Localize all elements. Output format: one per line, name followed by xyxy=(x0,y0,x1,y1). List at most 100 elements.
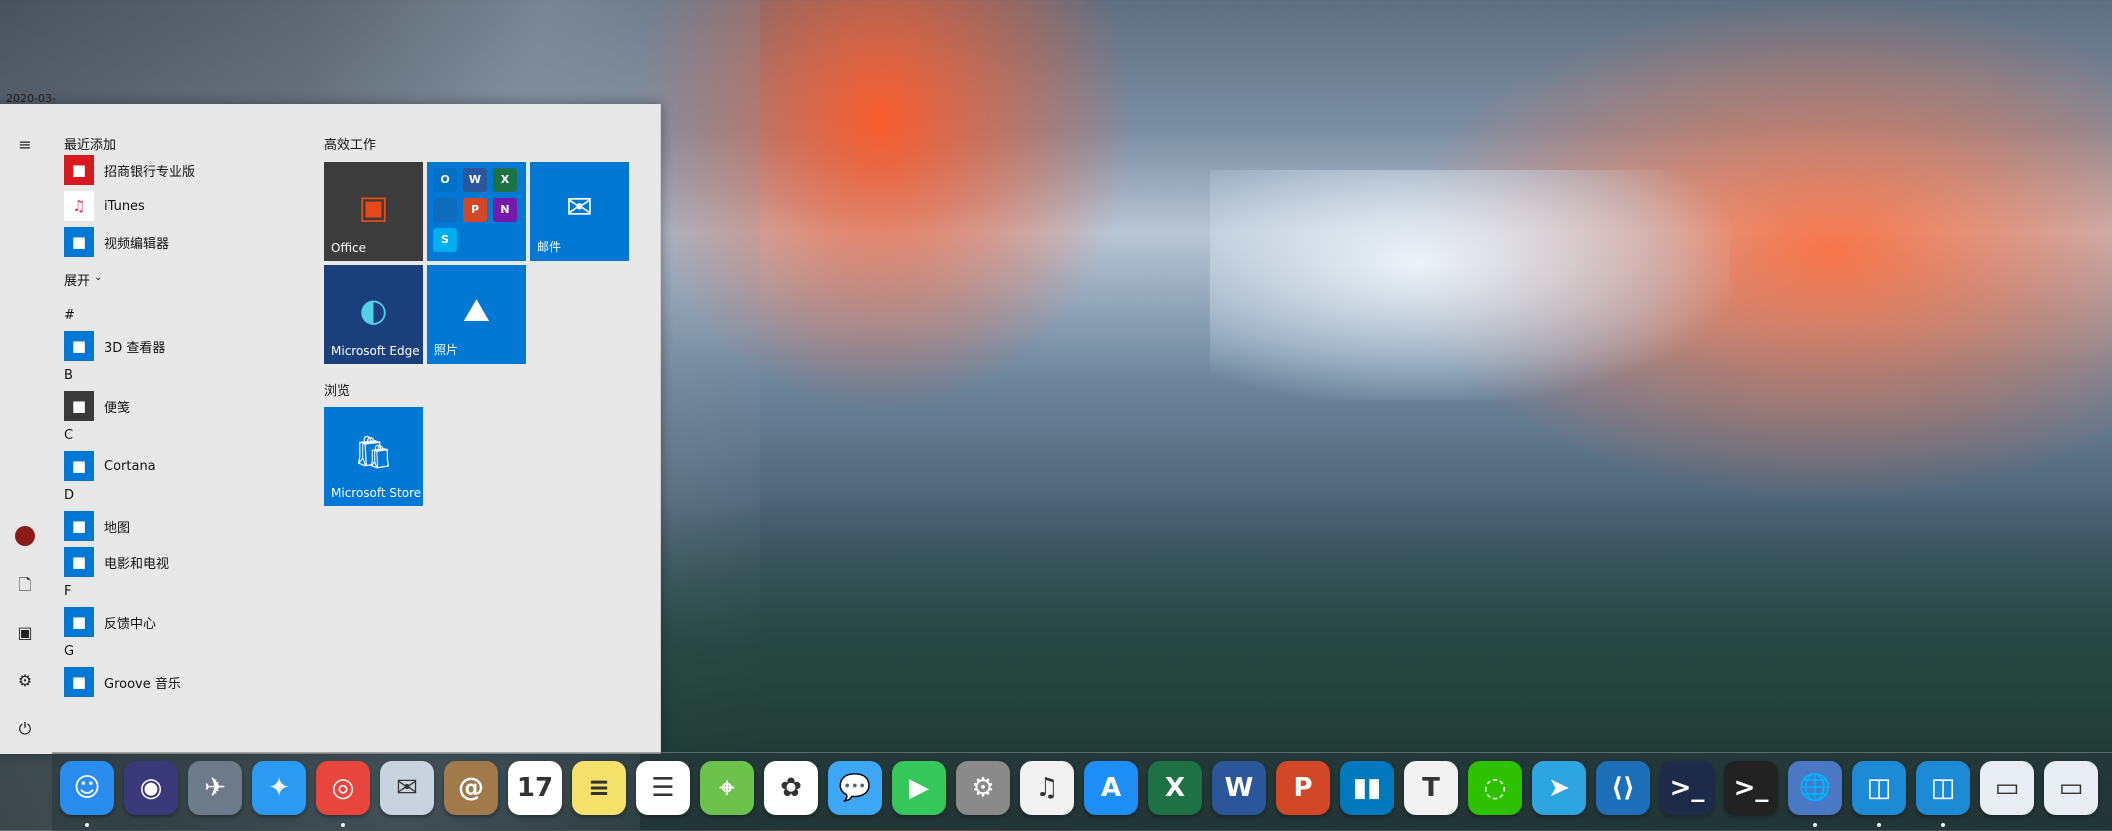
trello-icon[interactable]: ▮▮ xyxy=(1340,761,1394,815)
cortana-icon: ■ xyxy=(64,451,94,481)
running-indicator xyxy=(85,823,89,827)
document-icon[interactable]: 🗋 xyxy=(14,574,36,596)
powerpoint-icon[interactable]: P xyxy=(1276,761,1330,815)
app-list-label: iTunes xyxy=(104,198,145,214)
recent-header: 最近添加 xyxy=(64,138,117,153)
maps-app-icon[interactable]: ⌖ xyxy=(700,761,754,815)
start-menu: ≡ 🗋 ▣ ⚙ ⏻ 最近添加 ■ 招商银行专业版 ♫ iTunes ■ 视频编辑器 展开 ⌄ #… xyxy=(0,104,661,754)
vmware-2-icon[interactable]: ◫ xyxy=(1916,761,1970,815)
chrome-icon[interactable]: ◎ xyxy=(316,761,370,815)
tile-office[interactable]: ▣ Office xyxy=(324,162,423,261)
contacts-icon[interactable]: @ xyxy=(444,761,498,815)
tile-store-label: Microsoft Store xyxy=(331,486,422,500)
tile-store[interactable]: 🛍 Microsoft Store xyxy=(324,407,423,506)
app-list-label: 电影和电视 xyxy=(104,556,170,572)
feedback-icon: ■ xyxy=(64,607,94,637)
itunes-icon: ♫ xyxy=(64,191,94,221)
app-list-label: 招商银行专业版 xyxy=(104,164,196,180)
word-icon[interactable]: W xyxy=(1212,761,1266,815)
photos-icon: ⛰ xyxy=(463,291,490,329)
expand-button[interactable]: 展开 xyxy=(64,270,90,289)
power-icon[interactable]: ⏻ xyxy=(14,718,36,740)
office-app-mini-icon: W xyxy=(463,168,487,192)
window-icon[interactable]: ▭ xyxy=(1980,761,2034,815)
start-rail: ≡ 🗋 ▣ ⚙ ⏻ xyxy=(0,104,48,754)
app-list-item[interactable]: ■ 招商银行专业版 xyxy=(64,154,304,186)
siri-icon[interactable]: ◉ xyxy=(124,761,178,815)
tiles-header-browse: 浏览 xyxy=(324,384,351,399)
app-list-label: 反馈中心 xyxy=(104,616,157,632)
running-indicator xyxy=(341,823,345,827)
tile-mail[interactable]: ✉ 邮件 xyxy=(530,162,629,261)
mail-app-icon[interactable]: ✉ xyxy=(380,761,434,815)
app-list: 最近添加 ■ 招商银行专业版 ♫ iTunes ■ 视频编辑器 展开 ⌄ # ■ 3D 查看器 B ■ 便… xyxy=(64,104,304,754)
typora-icon[interactable]: T xyxy=(1404,761,1458,815)
excel-icon[interactable]: X xyxy=(1148,761,1202,815)
office-icon: ▣ xyxy=(358,188,389,226)
group-letter[interactable]: F xyxy=(64,584,71,599)
reminders-icon[interactable]: ☰ xyxy=(636,761,690,815)
window-2-icon[interactable]: ▭ xyxy=(2044,761,2098,815)
app-list-label: 地图 xyxy=(104,520,131,536)
app-list-item[interactable]: ■ 3D 查看器 xyxy=(64,330,304,362)
launchpad-icon[interactable]: ✈ xyxy=(188,761,242,815)
app-store-icon[interactable]: A xyxy=(1084,761,1138,815)
group-letter[interactable]: D xyxy=(64,488,74,503)
messages-icon[interactable]: 💬 xyxy=(828,761,882,815)
app-list-item[interactable]: ■ 电影和电视 xyxy=(64,546,304,578)
network-icon[interactable]: 🌐 xyxy=(1788,761,1842,815)
group-letter[interactable]: C xyxy=(64,428,73,443)
office-app-mini-icon: S xyxy=(433,228,457,252)
app-list-item[interactable]: ■ Cortana xyxy=(64,450,304,482)
app-list-item[interactable]: ■ Groove 音乐 xyxy=(64,666,304,698)
3d-viewer-icon: ■ xyxy=(64,331,94,361)
tile-office-apps[interactable]: OWXPN S xyxy=(427,162,526,261)
pictures-icon[interactable]: ▣ xyxy=(14,622,36,644)
tile-office-label: Office xyxy=(331,241,367,255)
group-letter[interactable]: G xyxy=(64,644,74,659)
office-app-mini-icon: X xyxy=(493,168,517,192)
safari-icon[interactable]: ✦ xyxy=(252,761,306,815)
vmware-icon[interactable]: ◫ xyxy=(1852,761,1906,815)
terminal-icon[interactable]: >_ xyxy=(1724,761,1778,815)
telegram-icon[interactable]: ➤ xyxy=(1532,761,1586,815)
app-list-item[interactable]: ■ 便笺 xyxy=(64,390,304,422)
tile-edge-label: Microsoft Edge xyxy=(331,344,420,358)
wechat-icon[interactable]: ◌ xyxy=(1468,761,1522,815)
chevron-down-icon: ⌄ xyxy=(94,272,103,283)
tile-photos-label: 照片 xyxy=(434,343,459,357)
group-letter[interactable]: B xyxy=(64,368,73,383)
office-app-mini-icon: N xyxy=(493,198,517,222)
app-list-item[interactable]: ■ 地图 xyxy=(64,510,304,542)
office-app-mini-icon xyxy=(433,198,457,222)
app-list-label: 3D 查看器 xyxy=(104,340,166,356)
office-app-mini-icon: O xyxy=(433,168,457,192)
facetime-icon[interactable]: ▶ xyxy=(892,761,946,815)
calendar-icon[interactable]: 17 xyxy=(508,761,562,815)
app-list-item[interactable]: ■ 视频编辑器 xyxy=(64,226,304,258)
system-preferences-icon[interactable]: ⚙ xyxy=(956,761,1010,815)
mail-icon: ✉ xyxy=(566,188,593,226)
tile-mail-label: 邮件 xyxy=(537,240,562,254)
wallpaper-snow xyxy=(1210,170,1730,400)
photos-app-icon[interactable]: ✿ xyxy=(764,761,818,815)
group-letter[interactable]: # xyxy=(64,308,75,323)
sticky-notes-icon: ■ xyxy=(64,391,94,421)
vscode-icon[interactable]: ⟨⟩ xyxy=(1596,761,1650,815)
settings-icon[interactable]: ⚙ xyxy=(14,670,36,692)
finder-icon[interactable]: ☺ xyxy=(60,761,114,815)
powershell-icon[interactable]: >_ xyxy=(1660,761,1714,815)
office-app-mini-icon: P xyxy=(463,198,487,222)
running-indicator xyxy=(1813,823,1817,827)
app-list-item[interactable]: ♫ iTunes xyxy=(64,190,304,222)
notes-icon[interactable]: ≡ xyxy=(572,761,626,815)
tile-photos[interactable]: ⛰ 照片 xyxy=(427,265,526,364)
tile-edge[interactable]: ◐ Microsoft Edge xyxy=(324,265,423,364)
app-list-item[interactable]: ■ 反馈中心 xyxy=(64,606,304,638)
hamburger-icon[interactable]: ≡ xyxy=(14,134,36,156)
app-list-label: 便笺 xyxy=(104,400,131,416)
music-icon[interactable]: ♫ xyxy=(1020,761,1074,815)
avatar[interactable] xyxy=(14,526,36,548)
dock: ☺ ◉ ✈ ✦ ◎ ✉ @17 ≡ ☰ ⌖ ✿ 💬 ▶ ⚙ ♫ A X W P ▮▮ T ◌ ➤ ⟨⟩ >_ >_ 🌐 ◫ ◫ ▭ ▭ xyxy=(52,752,2112,831)
maps-icon: ■ xyxy=(64,511,94,541)
